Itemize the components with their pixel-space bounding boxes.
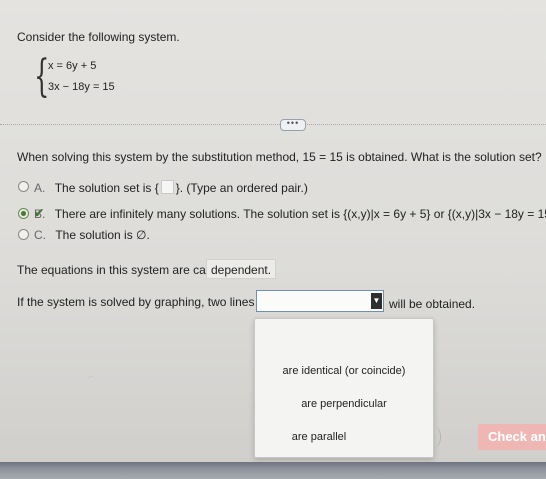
bottom-bar [0, 462, 546, 479]
graphing-text-before: If the system is solved by graphing, two… [17, 295, 278, 309]
option-a-text-before: The solution set is { [54, 181, 159, 195]
option-b-radio[interactable] [18, 208, 29, 219]
option-c-letter: C. [34, 228, 46, 242]
menu-item-identical[interactable]: are identical (or coincide) [255, 364, 433, 378]
expand-button[interactable]: ••• [280, 119, 306, 131]
option-a-letter: A. [34, 181, 46, 195]
page: Consider the following system. { x = 6y … [0, 0, 546, 479]
menu-item-parallel[interactable]: are parallel [255, 430, 433, 444]
option-a-text-after: }. (Type an ordered pair.) [175, 181, 308, 195]
graphing-text-after: will be obtained. [389, 297, 476, 311]
option-b-letter: B. [34, 207, 46, 221]
check-answer-button[interactable]: Check an [478, 424, 546, 450]
background-curve [428, 426, 441, 448]
equation-1: x = 6y + 5 [48, 60, 97, 72]
option-c-radio[interactable] [18, 229, 29, 240]
option-b-text: There are infinitely many solutions. The… [54, 207, 546, 221]
option-a-radio[interactable] [18, 181, 29, 192]
section-divider [0, 124, 546, 125]
dependent-answer[interactable]: dependent. [206, 259, 276, 279]
option-a[interactable]: A. The solution set is { }. (Type an orde… [34, 180, 308, 195]
lines-select[interactable]: ▼ [256, 290, 384, 312]
ordered-pair-input[interactable] [160, 180, 174, 194]
faint-mark: ⌐ [88, 372, 94, 383]
option-c[interactable]: C. The solution is ∅. [34, 228, 150, 242]
lines-dropdown-menu: are identical (or coincide) are perpendi… [254, 318, 434, 458]
menu-item-perpendicular[interactable]: are perpendicular [255, 397, 433, 411]
substitution-question: When solving this system by the substitu… [17, 150, 542, 164]
equation-2: 3x − 18y = 15 [48, 81, 115, 93]
called-text: The equations in this system are called [17, 263, 225, 277]
option-c-text: The solution is ∅. [55, 228, 150, 242]
prompt-text: Consider the following system. [17, 30, 180, 44]
option-b[interactable]: B. There are infinitely many solutions. … [34, 207, 546, 221]
system-brace: { [34, 51, 50, 102]
chevron-down-icon[interactable]: ▼ [371, 293, 382, 309]
